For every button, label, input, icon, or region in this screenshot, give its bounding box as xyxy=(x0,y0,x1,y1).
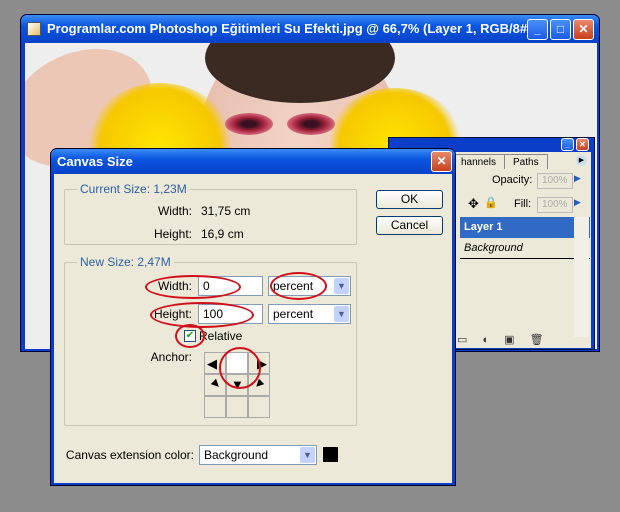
height-unit-value: percent xyxy=(273,307,314,321)
chevron-down-icon: ▼ xyxy=(300,447,315,463)
highlight-ring xyxy=(175,324,205,348)
opacity-label: Opacity: xyxy=(492,174,533,186)
dialog-titlebar: Canvas Size xyxy=(51,149,455,174)
extension-color-select[interactable]: Background ▼ xyxy=(199,445,317,465)
close-button[interactable]: ✕ xyxy=(573,19,594,40)
opacity-arrow-icon[interactable]: ▶ xyxy=(574,173,581,184)
anchor-cell[interactable] xyxy=(248,396,270,418)
dialog-close-button[interactable]: ✕ xyxy=(431,151,452,172)
layers-scrollbar[interactable] xyxy=(574,217,589,337)
height-unit-select[interactable]: percent ▼ xyxy=(268,304,351,324)
ok-button[interactable]: OK xyxy=(376,190,443,209)
current-size-legend: Current Size: 1,23M xyxy=(77,182,190,196)
lock-position-icon[interactable]: ✥ xyxy=(468,196,479,212)
panel-menu-icon[interactable]: ▶ xyxy=(576,155,587,166)
cancel-button[interactable]: Cancel xyxy=(376,216,443,235)
anchor-label: Anchor: xyxy=(150,350,192,364)
window-titlebar: Programlar.com Photoshop Eğitimleri Su E… xyxy=(21,15,599,43)
layers-footer-icons[interactable]: ▭ ◐ ▣ 🗑 xyxy=(457,333,544,346)
highlight-ring xyxy=(219,347,261,389)
lock-all-icon[interactable]: 🔒 xyxy=(484,196,498,209)
panel-minimize-button[interactable]: _ xyxy=(561,138,574,151)
minimize-button[interactable]: _ xyxy=(527,19,548,40)
highlight-ring xyxy=(270,272,327,300)
highlight-ring xyxy=(150,302,254,328)
chevron-down-icon: ▼ xyxy=(334,306,349,322)
canvas-size-dialog: Canvas Size ✕ Current Size: 1,23M Width:… xyxy=(50,148,456,486)
photo-eye-right xyxy=(287,113,335,135)
dialog-title: Canvas Size xyxy=(57,154,133,169)
tab-channels[interactable]: hannels xyxy=(452,154,506,169)
anchor-cell[interactable] xyxy=(226,396,248,418)
dialog-body: Current Size: 1,23M Width: 31,75 cm Heig… xyxy=(54,174,452,483)
extension-color-label: Canvas extension color: xyxy=(65,448,194,462)
layer-name: Background xyxy=(464,242,523,254)
current-height-value: 16,9 cm xyxy=(201,227,244,241)
layer-row-background[interactable]: Background🔒 xyxy=(460,238,590,259)
highlight-ring xyxy=(145,275,241,299)
opacity-field[interactable]: 100% xyxy=(537,173,573,189)
tab-paths[interactable]: Paths xyxy=(504,154,548,169)
current-width-value: 31,75 cm xyxy=(201,204,251,218)
fill-field[interactable]: 100% xyxy=(537,197,573,213)
fill-label: Fill: xyxy=(514,198,532,210)
current-width-label: Width: xyxy=(157,204,192,218)
document-icon xyxy=(27,22,41,36)
fill-arrow-icon[interactable]: ▶ xyxy=(574,197,581,208)
current-height-label: Height: xyxy=(153,227,192,241)
window-title: Programlar.com Photoshop Eğitimleri Su E… xyxy=(47,21,532,36)
extension-color-swatch[interactable] xyxy=(323,447,338,462)
photo-eye-left xyxy=(225,113,273,135)
chevron-down-icon: ▼ xyxy=(334,278,349,294)
new-size-legend: New Size: 2,47M xyxy=(77,255,174,269)
maximize-button[interactable]: □ xyxy=(550,19,571,40)
extension-color-value: Background xyxy=(204,448,269,462)
anchor-cell[interactable] xyxy=(204,396,226,418)
panel-close-button[interactable]: ✕ xyxy=(576,138,589,151)
relative-label: Relative xyxy=(199,329,243,343)
arrow-left-icon: ◀ xyxy=(207,356,217,371)
layer-row-layer-1[interactable]: Layer 1 xyxy=(460,217,590,238)
